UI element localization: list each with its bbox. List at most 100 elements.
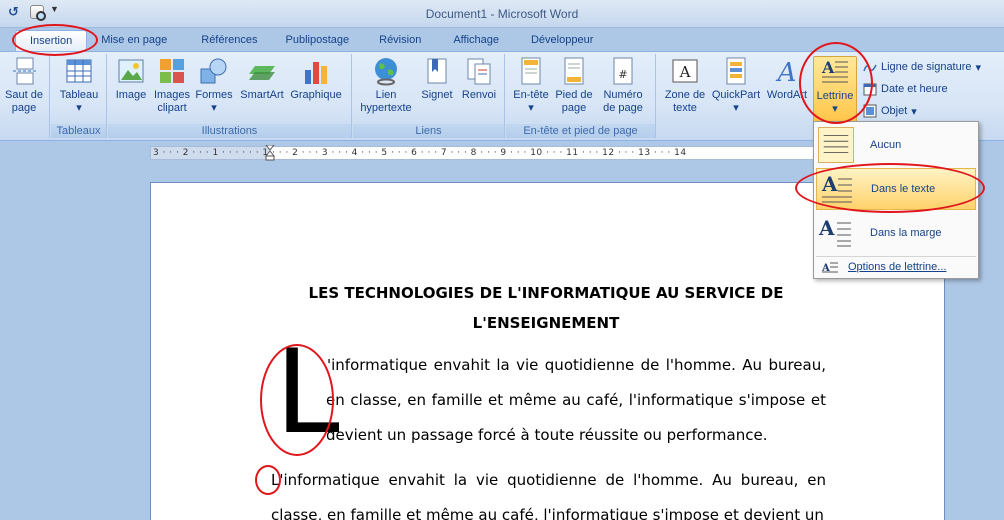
header-button[interactable]: En-tête ▾	[510, 56, 552, 115]
clipart-button[interactable]: Images clipart	[153, 56, 191, 115]
footer-label-2: page	[561, 102, 587, 114]
object-label: Objet	[881, 105, 908, 117]
page-number-label-1: Numéro	[603, 89, 643, 101]
window-title: Document1 - Microsoft Word	[425, 7, 579, 21]
smartart-button[interactable]: SmartArt	[238, 56, 286, 102]
table-icon	[66, 59, 92, 83]
group-illustrations: Image Images clipart Formes ▾ SmartArt G…	[108, 54, 352, 138]
tab-developpeur[interactable]: Développeur	[513, 30, 607, 51]
text-box-button[interactable]: A Zone de texte	[661, 56, 709, 115]
text-box-label-1: Zone de	[664, 89, 706, 101]
group-label-entete: En-tête et pied de page	[506, 124, 655, 138]
footer-icon	[564, 57, 584, 85]
drop-cap-in-margin-icon: A	[818, 216, 851, 247]
chart-button[interactable]: Graphique	[288, 56, 344, 102]
cross-reference-button[interactable]: Renvoi	[459, 56, 499, 102]
image-label: Image	[115, 89, 147, 101]
dropdown-arrow-icon: ▾	[76, 102, 82, 114]
table-button[interactable]: Tableau ▾	[55, 56, 103, 115]
shapes-label: Formes	[195, 89, 233, 101]
page-number-label-2: de page	[603, 102, 643, 114]
signature-label: Ligne de signature	[881, 61, 972, 73]
menu-item-dans-la-marge-label: Dans la marge	[870, 227, 942, 239]
text-box-icon: A	[672, 59, 698, 83]
tab-references[interactable]: Références	[181, 30, 271, 51]
group-label-liens: Liens	[353, 124, 504, 138]
group-label-tableaux: Tableaux	[51, 124, 106, 138]
document-title-line-1: LES TECHNOLOGIES DE L'INFORMATIQUE AU SE…	[308, 284, 784, 302]
no-drop-cap-icon	[818, 127, 854, 163]
group-entete-pied: En-tête ▾ Pied de page # Numéro de page …	[506, 54, 656, 138]
globe-link-icon	[375, 58, 397, 86]
footer-label-1: Pied de	[555, 89, 593, 101]
bookmark-icon	[427, 58, 447, 84]
cross-reference-label: Renvoi	[461, 89, 497, 101]
group-label-illustrations: Illustrations	[108, 124, 351, 138]
tab-revision[interactable]: Révision	[363, 30, 435, 51]
date-time-label: Date et heure	[881, 83, 948, 95]
quickpart-icon	[726, 57, 746, 85]
table-label: Tableau	[59, 89, 99, 101]
svg-text:A: A	[679, 63, 691, 81]
page-break-icon	[13, 57, 37, 85]
picture-icon	[118, 59, 144, 83]
wordart-icon: A	[776, 58, 797, 86]
tab-mise-en-page[interactable]: Mise en page	[87, 30, 181, 51]
quickpart-button[interactable]: QuickPart ▾	[711, 56, 761, 115]
footer-button[interactable]: Pied de page	[554, 56, 594, 115]
menu-item-aucun[interactable]: Aucun	[816, 124, 976, 166]
hyperlink-button[interactable]: Lien hypertexte	[355, 56, 417, 115]
ruler-ticks: 3 · · · 2 · · · 1 · · · · · · 1 · · · 2 …	[153, 148, 687, 158]
title-bar: ↺ ▼ Document1 - Microsoft Word	[0, 0, 1004, 28]
bookmark-button[interactable]: Signet	[419, 56, 455, 102]
clipart-label-1: Images	[153, 89, 191, 101]
header-label: En-tête	[513, 89, 549, 101]
tab-affichage[interactable]: Affichage	[435, 30, 513, 51]
annotation-circle-lettrine-button	[799, 42, 873, 124]
paragraph-1-line-3: devient un passage forcé à toute réussit…	[326, 426, 768, 444]
smartart-icon	[249, 66, 275, 80]
hyperlink-label-1: Lien	[375, 89, 397, 101]
document-title-line-2: L'ENSEIGNEMENT	[472, 314, 620, 332]
cross-reference-icon	[467, 58, 491, 85]
menu-item-options-lettrine[interactable]: A Options de lettrine...	[816, 256, 976, 276]
paragraph-1-line-1: 'informatique envahit la vie quotidienne…	[327, 356, 826, 374]
menu-item-dans-la-marge[interactable]: A Dans la marge	[816, 212, 976, 254]
tab-publipostage[interactable]: Publipostage	[272, 30, 364, 51]
object-button[interactable]: Objet ▾	[863, 104, 917, 118]
date-time-button[interactable]: Date et heure	[863, 82, 948, 96]
page-break-label-1: Saut de	[5, 89, 43, 101]
menu-item-options-label: Options de lettrine...	[848, 260, 947, 273]
page-break-button[interactable]: Saut de page	[2, 56, 46, 115]
group-pages: Saut de page	[0, 54, 50, 138]
dropdown-arrow-icon: ▾	[911, 105, 917, 118]
svg-text:A: A	[776, 58, 797, 86]
paragraph-1-line-2: en classe, en famille et même au café, l…	[326, 391, 826, 409]
dropdown-arrow-icon: ▾	[733, 102, 739, 114]
svg-text:#: #	[618, 68, 627, 81]
dropdown-arrow-icon: ▾	[211, 102, 217, 114]
header-icon	[521, 57, 541, 85]
bookmark-label: Signet	[421, 89, 453, 101]
clipart-icon	[160, 59, 184, 83]
dropdown-arrow-icon: ▾	[528, 102, 534, 114]
signature-line-button[interactable]: Ligne de signature ▾	[863, 60, 981, 74]
chart-icon	[305, 62, 327, 84]
indent-marker-icon[interactable]	[265, 145, 275, 161]
horizontal-ruler[interactable]: 3 · · · 2 · · · 1 · · · · · · 1 · · · 2 …	[150, 145, 814, 161]
page-number-icon: #	[613, 57, 633, 85]
shapes-icon	[200, 58, 227, 84]
shapes-button[interactable]: Formes ▾	[194, 56, 234, 115]
image-button[interactable]: Image	[112, 56, 150, 102]
paragraph-1: 'informatique envahit la vie quotidienne…	[271, 348, 826, 453]
annotation-circle-normal-l	[255, 465, 281, 495]
page-break-label-2: page	[11, 102, 37, 114]
group-tableaux: Tableau ▾ Tableaux	[51, 54, 107, 138]
chart-label: Graphique	[290, 89, 342, 101]
annotation-circle-insertion-tab	[12, 24, 98, 56]
group-liens: Lien hypertexte Signet Renvoi Liens	[353, 54, 505, 138]
drop-cap-options-icon: A	[822, 262, 838, 273]
annotation-circle-dans-le-texte	[795, 163, 985, 213]
dropdown-arrow-icon: ▾	[975, 61, 982, 74]
page-number-button[interactable]: # Numéro de page	[598, 56, 648, 115]
